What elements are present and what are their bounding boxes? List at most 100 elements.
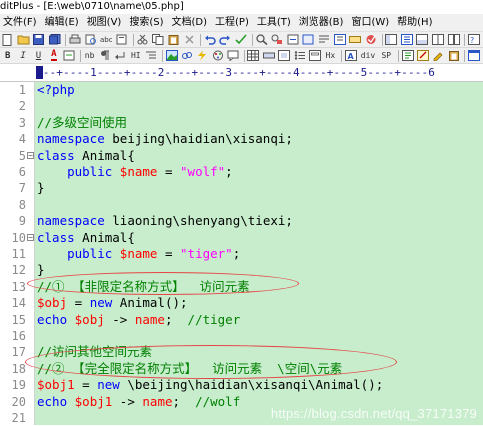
style-icon[interactable]: [416, 49, 429, 62]
flash-icon[interactable]: [196, 49, 209, 62]
line-number: 5: [18, 148, 26, 163]
view-browser-icon[interactable]: [467, 49, 481, 62]
output-window-icon[interactable]: [416, 33, 430, 46]
code-line[interactable]: 7}: [0, 180, 483, 196]
color-picker-icon[interactable]: [211, 49, 224, 62]
code-editor[interactable]: 1 <?php 2 3 //多级空间使用 4 namespace beijing\haidi…: [0, 82, 483, 425]
line-number: 13: [11, 279, 26, 294]
menu-browser[interactable]: 浏览器(B): [296, 14, 349, 31]
menu-project[interactable]: 工程(P): [212, 14, 254, 31]
ruler-toggle-icon[interactable]: [348, 33, 362, 46]
code-line[interactable]: 6 public $name = "wolf";: [0, 164, 483, 180]
code-line[interactable]: 3 //多级空间使用: [0, 115, 483, 131]
save-icon[interactable]: [32, 33, 46, 46]
comment-icon[interactable]: [226, 49, 239, 62]
code-line[interactable]: 8: [0, 197, 483, 213]
word-wrap-icon[interactable]: [317, 33, 331, 46]
code-text: echo $obj -> name; //tiger: [37, 311, 241, 327]
code-line[interactable]: 1 <?php: [0, 82, 483, 98]
toolbar-separator: [381, 33, 383, 46]
menu-bar: 文件(F) 编辑(E) 视图(V) 搜索(S) 文档(D) 工程(P) 工具(T) 浏览器(B…: [0, 14, 483, 32]
toolbar-separator: [397, 49, 399, 62]
menu-file[interactable]: 文件(F): [0, 14, 42, 31]
image-icon[interactable]: [165, 49, 178, 62]
menu-edit[interactable]: 编辑(E): [42, 14, 84, 31]
menu-help[interactable]: 帮助(H): [394, 14, 437, 31]
code-line[interactable]: 14 $obj = new Animal();: [0, 295, 483, 311]
fold-toggle-icon[interactable]: −: [27, 151, 34, 159]
font-icon[interactable]: A: [344, 49, 357, 62]
code-line[interactable]: 4 namespace beijing\haidian\xisanqi;: [0, 131, 483, 147]
menu-document[interactable]: 文档(D): [169, 14, 213, 31]
svg-text:A: A: [347, 52, 354, 61]
print-preview-icon[interactable]: [84, 33, 98, 46]
tile-window-icon[interactable]: [447, 33, 461, 46]
code-line[interactable]: 10− class Animal{: [0, 230, 483, 246]
redo-icon[interactable]: [219, 33, 233, 46]
help-icon[interactable]: ?: [467, 33, 481, 46]
search-icon[interactable]: [255, 33, 269, 46]
code-line[interactable]: 19 $obj1 = new \beijing\haidian\xisanqi\A…: [0, 377, 483, 393]
split-window-icon[interactable]: [431, 33, 445, 46]
link-icon[interactable]: [180, 49, 193, 62]
spellcheck-icon[interactable]: abc: [100, 33, 114, 46]
nbsp-button[interactable]: nb: [83, 49, 96, 62]
heading-button[interactable]: Hx: [324, 49, 337, 62]
underline-button[interactable]: U: [32, 49, 45, 62]
table-row-icon[interactable]: [262, 49, 275, 62]
code-line[interactable]: 9 namespace liaoning\shenyang\tiexi;: [0, 213, 483, 229]
print-icon[interactable]: [68, 33, 82, 46]
new-file-icon[interactable]: [1, 33, 15, 46]
code-line[interactable]: 5− class Animal{: [0, 148, 483, 164]
fullscreen-icon[interactable]: [302, 33, 316, 46]
copy-icon[interactable]: [151, 33, 165, 46]
toolbar-separator: [341, 49, 343, 62]
table-cell-icon[interactable]: [278, 49, 291, 62]
list-icon[interactable]: [293, 49, 306, 62]
edit-icon[interactable]: [432, 49, 445, 62]
span-button[interactable]: SP: [379, 49, 394, 62]
line-number-icon[interactable]: [333, 33, 347, 46]
check-icon[interactable]: [234, 33, 248, 46]
cut-icon[interactable]: [136, 33, 150, 46]
menu-view[interactable]: 视图(V): [84, 14, 127, 31]
code-line[interactable]: 2: [0, 98, 483, 114]
indent-icon[interactable]: [144, 49, 157, 62]
horizontal-rule-button[interactable]: HI: [129, 49, 142, 62]
bold-button[interactable]: B: [1, 49, 14, 62]
paste-icon[interactable]: [167, 33, 181, 46]
italic-button[interactable]: I: [16, 49, 29, 62]
directory-icon[interactable]: [400, 33, 414, 46]
cliptext-icon[interactable]: [385, 33, 399, 46]
undo-icon[interactable]: [203, 33, 217, 46]
anchor-icon[interactable]: [63, 49, 76, 62]
clipboard-icon[interactable]: [447, 49, 460, 62]
line-break-icon[interactable]: [114, 49, 127, 62]
line-number: 15: [11, 312, 26, 327]
menu-search[interactable]: 搜索(S): [126, 14, 168, 31]
div-button[interactable]: div: [359, 49, 376, 62]
find-icon[interactable]: [115, 33, 129, 46]
fold-toggle-icon[interactable]: −: [27, 233, 34, 241]
html-toolbar: B I U A nb HI Hx A div SP: [0, 48, 483, 64]
line-number: 21: [11, 411, 26, 425]
open-folder-icon[interactable]: [17, 33, 31, 46]
goto-icon[interactable]: [286, 33, 300, 46]
replace-icon[interactable]: [270, 33, 284, 46]
code-line[interactable]: 11 public $name = "tiger";: [0, 246, 483, 262]
code-text: $obj = new Animal();: [37, 295, 188, 311]
code-line[interactable]: 16: [0, 328, 483, 344]
script-icon[interactable]: [401, 49, 414, 62]
save-all-icon[interactable]: [48, 33, 62, 46]
delete-icon[interactable]: [182, 33, 196, 46]
form-icon[interactable]: [308, 49, 321, 62]
line-number: 11: [11, 247, 26, 261]
toolbar-separator: [251, 33, 253, 46]
code-line[interactable]: 15 echo $obj -> name; //tiger: [0, 312, 483, 328]
table-icon[interactable]: [247, 49, 260, 62]
menu-window[interactable]: 窗口(W): [348, 14, 394, 31]
font-color-button[interactable]: A: [47, 49, 60, 62]
paragraph-icon[interactable]: [98, 49, 111, 62]
menu-tools[interactable]: 工具(T): [254, 14, 296, 31]
browser-icon[interactable]: [364, 33, 378, 46]
